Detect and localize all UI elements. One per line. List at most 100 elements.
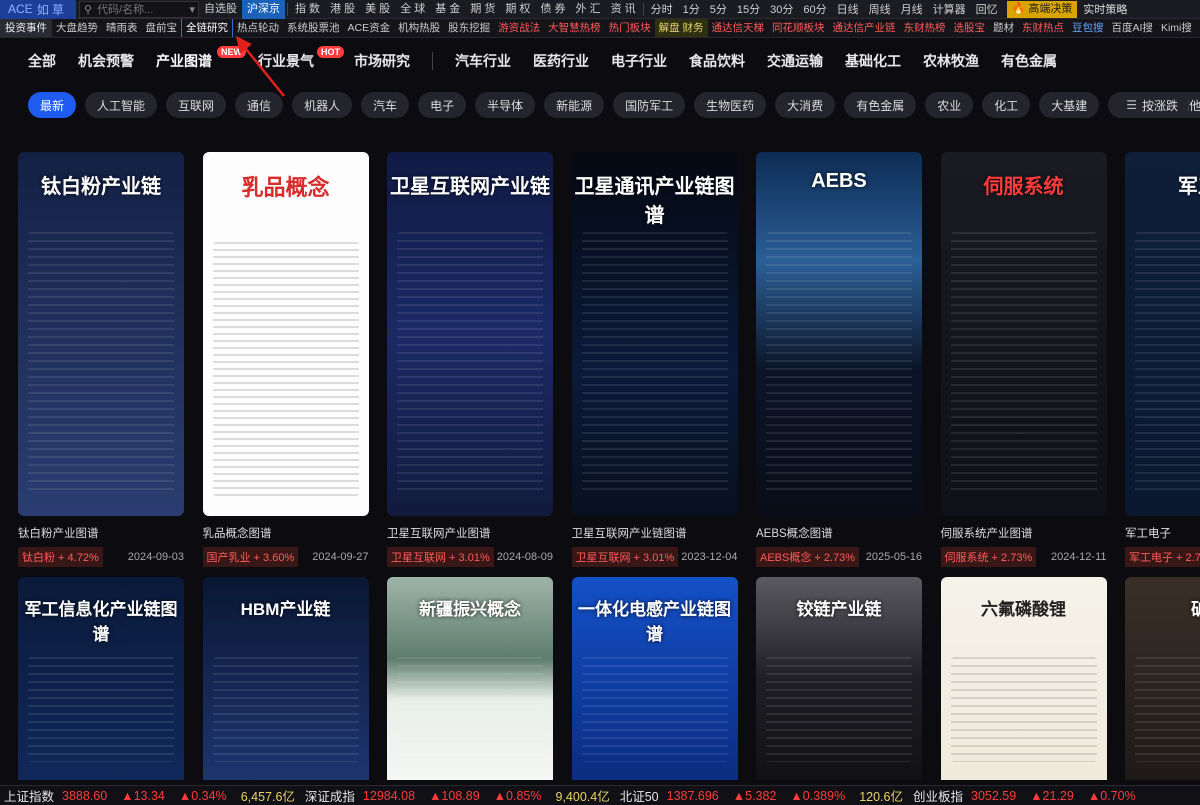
nav-item[interactable]: 豆包搜 (1068, 19, 1108, 37)
sector-change-tag[interactable]: 国产乳业 + 3.60% (202, 547, 299, 567)
tab-news[interactable]: 资 讯 (606, 0, 641, 19)
recall-link[interactable]: 回忆 (971, 1, 1003, 17)
period-60m[interactable]: 60分 (798, 1, 831, 17)
map-thumbnail[interactable]: AEBS (756, 152, 922, 516)
nav-item[interactable]: 解盘 财务 (654, 19, 708, 37)
map-thumbnail[interactable]: 乳品概念 (202, 152, 369, 516)
subcategory-pill[interactable]: 有色金属 (844, 92, 917, 118)
map-thumbnail[interactable]: 卫星互联网产业链 (387, 152, 553, 516)
period-intraday[interactable]: 分时 (646, 1, 678, 17)
nav-item[interactable]: 百度AI搜 (1108, 19, 1157, 37)
category-opportunity-alert[interactable]: 机会预警 (78, 51, 134, 71)
tab-options[interactable]: 期 权 (500, 0, 535, 19)
nav-item[interactable]: 东财热榜 (900, 19, 950, 37)
map-thumbnail[interactable]: 六氟磷酸锂 (940, 577, 1107, 780)
category-industry-map[interactable]: 产业图谱 NEW (156, 46, 246, 71)
nav-item[interactable]: 游资战法 (494, 19, 544, 37)
nav-item[interactable]: ACE资金 (344, 19, 395, 37)
period-5m[interactable]: 5分 (705, 1, 732, 17)
subcategory-pill[interactable]: 最新 (28, 92, 77, 118)
category-chemicals[interactable]: 基础化工 (845, 51, 901, 71)
map-card[interactable]: AEBS AEBS概念图谱 AEBS概念 + 2.73% 2025-05-16 (756, 152, 922, 567)
map-card[interactable]: 卫星通讯产业链图谱 卫星互联网产业链图谱 卫星互联网 + 3.01% 2023-12-… (571, 152, 738, 567)
index-name[interactable]: 创业板指 (913, 786, 963, 805)
sector-change-tag[interactable]: 伺服系统 + 2.73% (940, 547, 1037, 567)
sector-change-tag[interactable]: 卫星互联网 + 3.01% (387, 547, 494, 567)
map-card[interactable]: 一体化电感产业链图谱 (571, 577, 738, 780)
map-thumbnail[interactable]: 一体化电感产业链图谱 (571, 577, 738, 780)
map-card[interactable]: 新疆振兴概念 (387, 577, 553, 780)
sector-change-tag[interactable]: 军工电子 + 2.71% (1125, 547, 1200, 567)
tab-hk[interactable]: 港 股 (325, 0, 360, 19)
nav-item[interactable]: 同花顺板块 (768, 19, 829, 37)
nav-item[interactable]: 通达信产业链 (829, 19, 900, 37)
calculator-link[interactable]: 计算器 (928, 1, 971, 17)
category-auto[interactable]: 汽车行业 (455, 51, 511, 71)
card-title[interactable]: 军工电子 (1125, 525, 1200, 541)
period-day[interactable]: 日线 (832, 1, 864, 17)
sector-change-tag[interactable]: AEBS概念 + 2.73% (756, 547, 860, 567)
subcategory-pill[interactable]: 电子 (418, 92, 467, 118)
realtime-strategy-button[interactable]: 实时策略 (1077, 1, 1133, 17)
map-card[interactable]: 卫星互联网产业链 卫星互联网产业图谱 卫星互联网 + 3.01% 2024-08-09 (387, 152, 553, 567)
period-month[interactable]: 月线 (896, 1, 928, 17)
app-logo[interactable]: ACE 如 草 (0, 0, 76, 19)
period-15m[interactable]: 15分 (732, 1, 765, 17)
nav-item[interactable]: 通达信天梯 (708, 19, 769, 37)
category-market-research[interactable]: 市场研究 (354, 51, 410, 71)
map-thumbnail[interactable]: 铰链产业链 (756, 577, 922, 780)
map-thumbnail[interactable]: 军工电 (1125, 152, 1200, 516)
map-card[interactable]: 铰链产业链 (756, 577, 922, 780)
card-title[interactable]: 乳品概念图谱 (203, 525, 369, 541)
card-title[interactable]: AEBS概念图谱 (756, 525, 922, 541)
subcategory-pill[interactable]: 农业 (925, 92, 974, 118)
nav-item[interactable]: 选股宝 (950, 19, 990, 37)
nav-item[interactable]: 晴雨表 (102, 19, 142, 37)
tab-index[interactable]: 指 数 (290, 0, 325, 19)
subcategory-pill[interactable]: 化工 (982, 92, 1031, 118)
tab-futures[interactable]: 期 货 (465, 0, 500, 19)
tab-fund[interactable]: 基 金 (430, 0, 465, 19)
category-agriculture[interactable]: 农林牧渔 (923, 51, 979, 71)
map-thumbnail[interactable]: HBM产业链 (202, 577, 369, 780)
nav-item[interactable]: 股东挖掘 (444, 19, 494, 37)
nav-item[interactable]: 热点轮动 (233, 19, 283, 37)
index-name[interactable]: 北证50 (620, 786, 659, 805)
period-week[interactable]: 周线 (864, 1, 896, 17)
sort-by-change-button[interactable]: ☰ 按涨跌 (1116, 92, 1188, 118)
nav-item[interactable]: 盘前宝 (142, 19, 182, 37)
category-industry-prosperity[interactable]: 行业景气 HOT (258, 46, 344, 71)
map-thumbnail[interactable]: 钛白粉产业链 (18, 152, 184, 516)
nav-item[interactable]: 热门板块 (605, 19, 655, 37)
category-electronics[interactable]: 电子行业 (611, 51, 667, 71)
index-name[interactable]: 深证成指 (305, 786, 355, 805)
nav-item[interactable]: 大盘趋势 (52, 19, 102, 37)
card-title[interactable]: 伺服系统产业图谱 (941, 525, 1107, 541)
nav-item[interactable]: 系统股票池 (283, 19, 344, 37)
nav-item[interactable]: 东财热点 (1018, 19, 1068, 37)
tab-a-shares[interactable]: 沪深京 (242, 0, 285, 19)
subcategory-pill[interactable]: 汽车 (361, 92, 410, 118)
category-pharma[interactable]: 医药行业 (533, 51, 589, 71)
nav-item[interactable]: 机构热股 (394, 19, 444, 37)
period-1m[interactable]: 1分 (678, 1, 705, 17)
tab-us[interactable]: 美 股 (360, 0, 395, 19)
map-thumbnail[interactable]: 新疆振兴概念 (387, 577, 553, 780)
card-title[interactable]: 卫星互联网产业链图谱 (572, 525, 738, 541)
nav-item[interactable]: 智谱清言 (1196, 19, 1200, 37)
nav-item[interactable]: 大智慧热榜 (544, 19, 605, 37)
subcategory-pill[interactable]: 人工智能 (85, 92, 158, 118)
map-card[interactable]: HBM产业链 (202, 577, 369, 780)
map-thumbnail[interactable]: 卫星通讯产业链图谱 (571, 152, 738, 516)
index-name[interactable]: 上证指数 (4, 786, 54, 805)
category-food-beverage[interactable]: 食品饮料 (689, 51, 745, 71)
map-card[interactable]: 乳品概念 乳品概念图谱 国产乳业 + 3.60% 2024-09-27 (202, 152, 369, 567)
tab-forex[interactable]: 外 汇 (571, 0, 606, 19)
subcategory-pill[interactable]: 生物医药 (694, 92, 767, 118)
sector-change-tag[interactable]: 钛白粉 + 4.72% (18, 547, 103, 567)
map-card[interactable]: 伺服系统 伺服系统产业图谱 伺服系统 + 2.73% 2024-12-11 (940, 152, 1107, 567)
category-transport[interactable]: 交通运输 (767, 51, 823, 71)
sector-change-tag[interactable]: 卫星互联网 + 3.01% (571, 547, 679, 567)
card-title[interactable]: 卫星互联网产业图谱 (387, 525, 553, 541)
subcategory-pill[interactable]: 机器人 (292, 92, 353, 118)
